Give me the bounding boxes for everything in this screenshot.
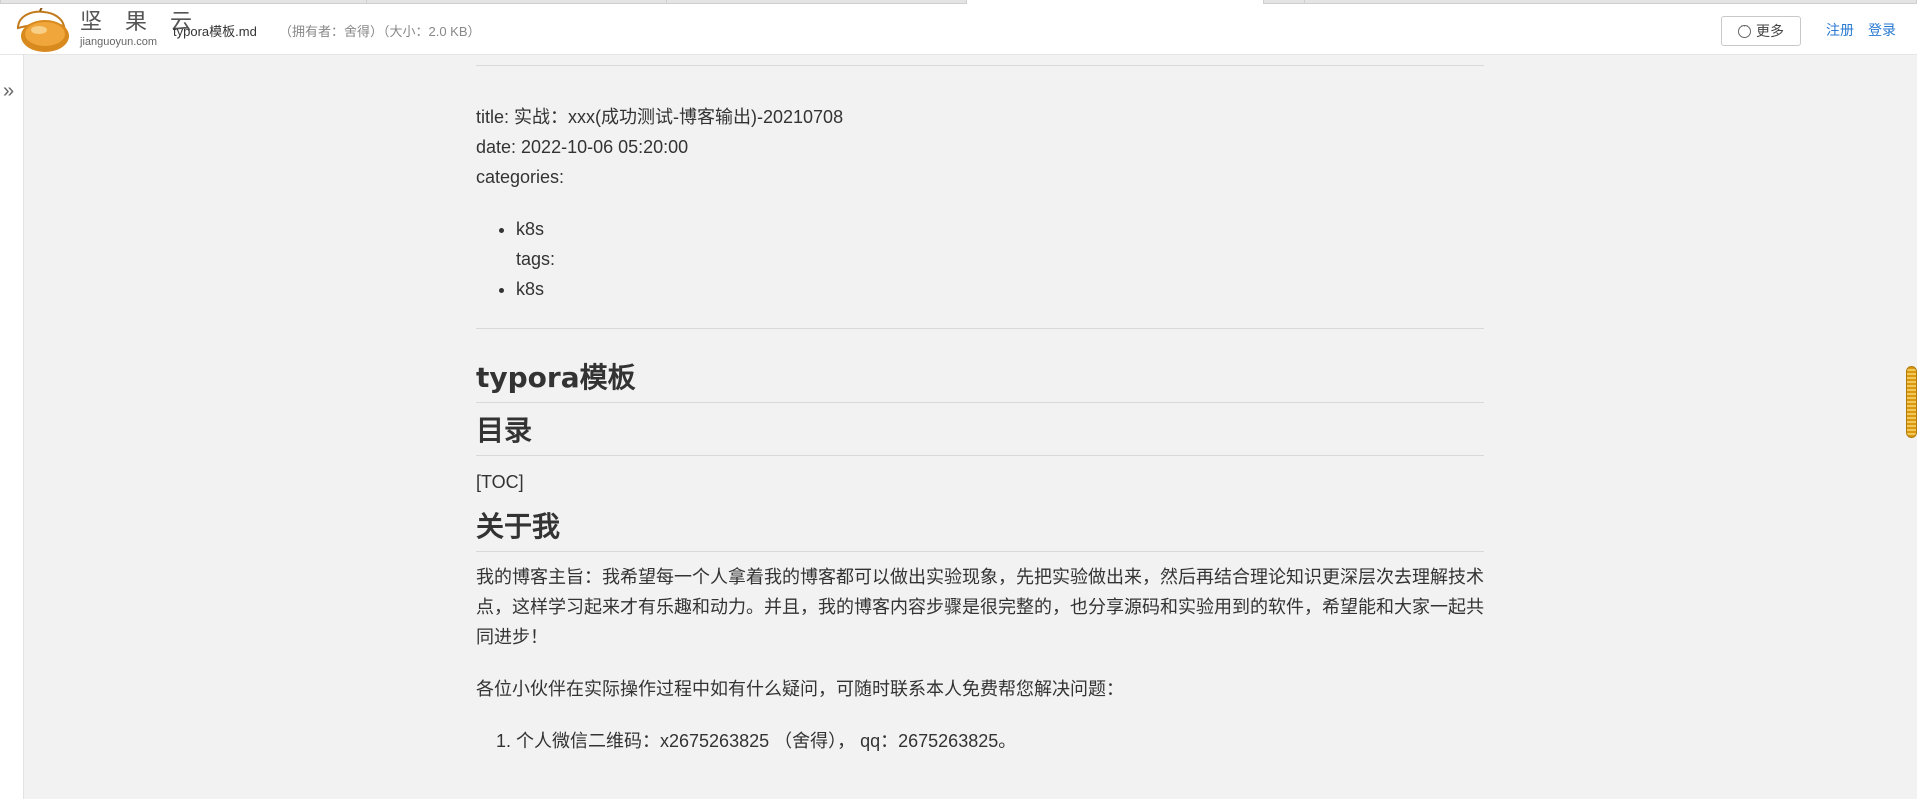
list-item: k8s tags: bbox=[516, 214, 1484, 274]
date-line: date: 2022-10-06 05:20:00 bbox=[476, 137, 689, 157]
heading-about: 关于我 bbox=[476, 509, 1484, 552]
heading-typora: typora模板 bbox=[476, 360, 1484, 403]
about-paragraph: 我的博客主旨：我希望每一个人拿着我的博客都可以做出实验现象，先把实验做出来，然后… bbox=[476, 567, 1484, 647]
front-matter-bottom-rule bbox=[476, 328, 1484, 329]
tab-3[interactable] bbox=[666, 0, 967, 4]
login-link[interactable]: 登录 bbox=[1868, 20, 1896, 40]
list-item: k8s bbox=[516, 274, 1484, 304]
contact-list: 个人微信二维码：x2675263825 （舍得）， qq：2675263825。 bbox=[476, 726, 1484, 756]
tab-1[interactable] bbox=[0, 0, 367, 4]
ellipsis-circle-icon bbox=[1738, 20, 1751, 38]
app-header: 坚 果 云 jianguoyun.com typora模板.md （拥有者：舍得… bbox=[0, 5, 1917, 55]
category-item: k8s bbox=[516, 219, 545, 239]
double-chevron-right-icon[interactable]: » bbox=[3, 81, 14, 101]
front-matter-list: k8s tags: k8s bbox=[476, 214, 1484, 304]
file-name: typora模板.md bbox=[173, 24, 257, 39]
tab-2[interactable] bbox=[366, 0, 667, 4]
scrollbar-thumb[interactable] bbox=[1906, 366, 1917, 438]
file-info: （拥有者：舍得）（大小：2.0 KB） bbox=[279, 24, 481, 39]
collapsed-sidebar: » bbox=[0, 55, 24, 799]
tags-line: tags: bbox=[516, 249, 556, 269]
tag-item: k8s bbox=[516, 279, 545, 299]
markdown-preview: title: 实战：xxx(成功测试-博客输出)-20210708 date: … bbox=[476, 55, 1484, 756]
front-matter-top-rule bbox=[476, 65, 1484, 66]
title-line: title: 实战：xxx(成功测试-博客输出)-20210708 bbox=[476, 107, 844, 127]
tab-4[interactable] bbox=[1263, 0, 1305, 4]
toc-placeholder: [TOC] bbox=[476, 472, 524, 492]
front-matter: title: 实战：xxx(成功测试-博客输出)-20210708 date: … bbox=[476, 102, 1484, 304]
more-button-label: 更多 bbox=[1756, 23, 1784, 39]
more-button[interactable]: 更多 bbox=[1721, 16, 1801, 46]
register-link[interactable]: 注册 bbox=[1826, 20, 1854, 40]
contact-item: 个人微信二维码：x2675263825 （舍得）， qq：2675263825。 bbox=[516, 731, 1017, 751]
acorn-logo-icon[interactable] bbox=[12, 8, 72, 54]
categories-line: categories: bbox=[476, 167, 565, 187]
tab-5[interactable] bbox=[1304, 0, 1917, 4]
list-item: 个人微信二维码：x2675263825 （舍得）， qq：2675263825。 bbox=[516, 726, 1484, 756]
help-paragraph: 各位小伙伴在实际操作过程中如有什么疑问，可随时联系本人免费帮您解决问题： bbox=[476, 679, 1124, 699]
heading-toc: 目录 bbox=[476, 413, 1484, 456]
